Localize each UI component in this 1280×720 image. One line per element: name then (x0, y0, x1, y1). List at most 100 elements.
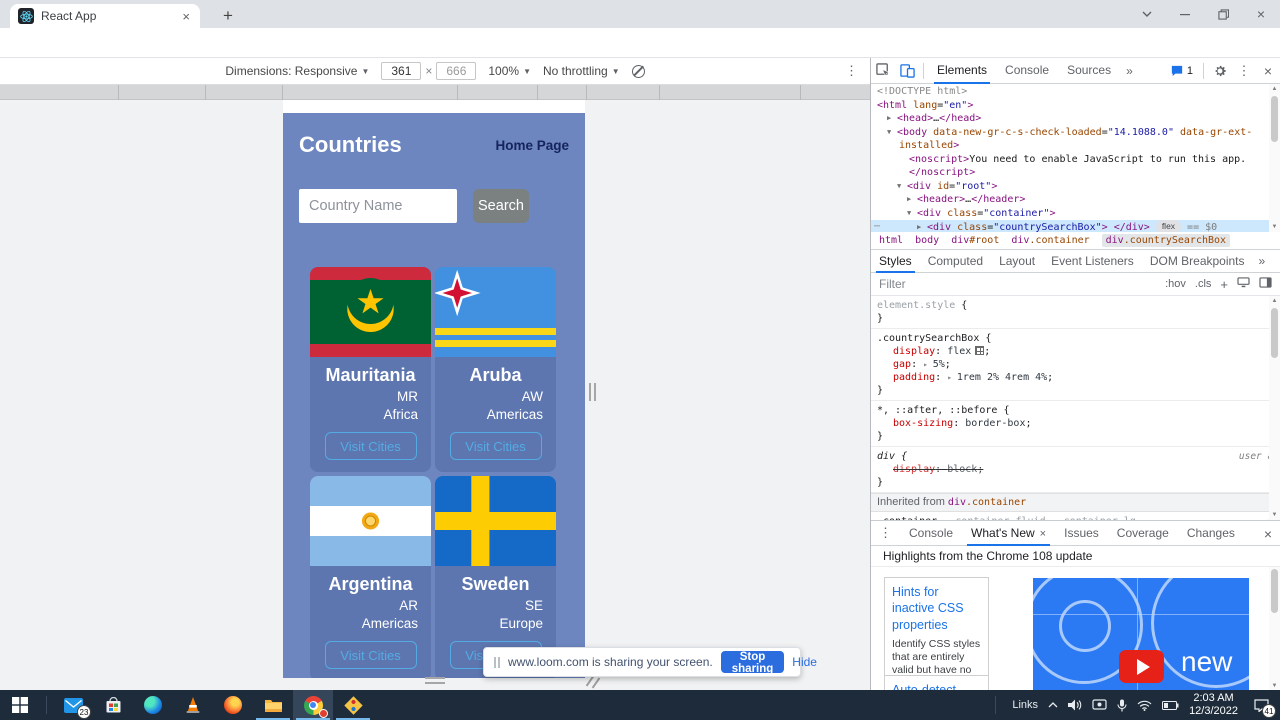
taskbar-merge-tool-icon[interactable] (333, 690, 373, 720)
stylesheet-source-link[interactable]: user agent stylesheet (1239, 450, 1269, 463)
volume-icon[interactable] (1068, 699, 1082, 711)
styles-tab-dom-breakpoints[interactable]: DOM Breakpoints (1142, 250, 1253, 273)
devtools-menu-kebab-icon[interactable]: ⋮ (1232, 59, 1256, 83)
dom-node[interactable]: ⋯ ▶ <div class="countrySearchBox"> </div> f… (871, 220, 1280, 232)
play-button[interactable] (1119, 650, 1164, 683)
breadcrumb-item[interactable]: div.countrySearchBox (1101, 234, 1231, 247)
viewport-resize-handle-corner[interactable] (584, 675, 601, 689)
new-tab-button[interactable]: + (216, 4, 240, 28)
taskbar-firefox-icon[interactable] (213, 690, 253, 720)
drawer-tab-changes[interactable]: Changes (1178, 521, 1244, 546)
tab-close-icon[interactable]: × (180, 9, 192, 24)
css-rule[interactable]: element.style {} (871, 296, 1269, 329)
breadcrumb-item[interactable]: html (879, 235, 903, 246)
expand-shorthand-icon[interactable]: ▸ (923, 360, 933, 369)
visit-cities-button[interactable]: Visit Cities (324, 641, 417, 669)
styles-tab-event-listeners[interactable]: Event Listeners (1043, 250, 1142, 273)
expand-arrow-icon[interactable]: ▶ (907, 193, 917, 207)
expand-arrow-icon[interactable]: ▼ (897, 180, 907, 194)
restore-icon[interactable] (1204, 8, 1242, 20)
close-window-icon[interactable]: × (1242, 6, 1280, 22)
viewport-resize-handle-bottom[interactable] (425, 677, 445, 685)
css-rule[interactable]: .container, .container-fluid, .container… (871, 512, 1269, 520)
breadcrumb-item[interactable]: div#root (951, 235, 999, 246)
dom-node[interactable]: ▼ <div id="root"> (871, 180, 1280, 194)
viewport-resize-handle-right[interactable] (589, 383, 597, 401)
inspect-element-icon[interactable] (871, 59, 895, 83)
new-style-rule-button[interactable]: + (1220, 277, 1228, 292)
breadcrumb-item[interactable]: body (915, 235, 939, 246)
links-toolbar-label[interactable]: Links (1012, 699, 1038, 711)
throttling-select[interactable]: No throttling ▼ (543, 64, 620, 78)
drawer-scrollbar[interactable]: ▼ (1269, 567, 1280, 691)
styles-scrollbar[interactable]: ▲ ▼ (1269, 296, 1280, 520)
issues-message-badge[interactable]: 1 (1165, 65, 1199, 77)
battery-icon[interactable] (1162, 700, 1179, 710)
show-hidden-icons-chevron[interactable] (1048, 702, 1058, 708)
dom-node[interactable]: ▼ <div class="container"> (871, 207, 1280, 221)
whats-new-card-title[interactable]: Hints for inactive CSS properties (892, 584, 981, 633)
dom-node[interactable]: <!DOCTYPE html> (871, 85, 1280, 99)
flex-badge[interactable]: flex (1155, 220, 1182, 232)
taskbar-store-icon[interactable] (93, 690, 133, 720)
taskbar-edge-icon[interactable] (133, 690, 173, 720)
more-tabs-icon[interactable]: » (1120, 64, 1139, 78)
dom-node[interactable]: <html lang="en"> (871, 99, 1280, 113)
styles-more-tabs-icon[interactable]: » (1253, 254, 1272, 268)
css-rule[interactable]: .countrySearchBox {index.css:41display: … (871, 329, 1269, 401)
styles-tab-layout[interactable]: Layout (991, 250, 1043, 273)
device-toolbar-menu-icon[interactable]: ⋮ (845, 63, 858, 79)
tab-search-icon[interactable] (1128, 11, 1166, 17)
taskbar-clock[interactable]: 2:03 AM 12/3/2022 (1189, 692, 1238, 718)
drawer-menu-kebab-icon[interactable]: ⋮ (871, 525, 900, 541)
whats-new-video-thumbnail[interactable]: new (1033, 578, 1249, 691)
dom-node[interactable]: ▼ <body data-new-gr-c-s-check-loaded="14.… (871, 126, 1280, 140)
flex-editor-icon[interactable] (975, 346, 985, 355)
viewport-height-input[interactable] (436, 62, 477, 80)
dom-node[interactable]: ▶ <head>…</head> (871, 112, 1280, 126)
taskbar-file-explorer-icon[interactable] (253, 690, 293, 720)
visit-cities-button[interactable]: Visit Cities (324, 432, 417, 460)
home-page-link[interactable]: Home Page (495, 138, 569, 153)
styles-tab-styles[interactable]: Styles (871, 250, 920, 273)
visit-cities-button[interactable]: Visit Cities (449, 432, 542, 460)
overflow-dots-icon[interactable]: ⋯ (874, 220, 880, 232)
dom-node[interactable]: ▶ <header>…</header> (871, 193, 1280, 207)
minimize-icon[interactable] (1166, 9, 1204, 19)
dom-node[interactable]: <noscript>You need to enable JavaScript … (871, 153, 1280, 167)
expand-arrow-icon[interactable]: ▶ (917, 221, 927, 232)
device-toolbar-toggle-icon[interactable] (895, 59, 919, 83)
taskbar-vlc-icon[interactable] (173, 690, 213, 720)
whats-new-card[interactable]: Hints for inactive CSS properties Identif… (884, 577, 989, 691)
drawer-tab-coverage[interactable]: Coverage (1108, 521, 1178, 546)
css-rule[interactable]: *, ::after, ::before {_reboot.scss:19box… (871, 401, 1269, 447)
viewport-width-input[interactable] (381, 62, 422, 80)
hide-link[interactable]: Hide (792, 655, 817, 669)
taskbar-chrome-icon[interactable] (293, 690, 333, 720)
drawer-tab-what-s-new[interactable]: What's New × (962, 521, 1055, 546)
devtools-tab-sources[interactable]: Sources (1058, 58, 1120, 84)
drawer-close-icon[interactable]: × (1264, 526, 1272, 542)
expand-arrow-icon[interactable]: ▼ (887, 126, 897, 140)
stop-sharing-button[interactable]: Stop sharing (720, 651, 785, 675)
expand-shorthand-icon[interactable]: ▸ (947, 373, 957, 382)
styles-filter-input[interactable] (879, 277, 1059, 291)
wifi-icon[interactable] (1137, 700, 1152, 711)
computed-sidebar-icon[interactable] (1259, 277, 1272, 291)
devtools-close-icon[interactable]: × (1256, 59, 1280, 83)
action-center-icon[interactable]: 41 (1248, 692, 1276, 718)
devtools-tab-console[interactable]: Console (996, 58, 1058, 84)
elements-scrollbar[interactable]: ▲ ▼ (1269, 84, 1280, 232)
expand-arrow-icon[interactable]: ▶ (887, 112, 897, 126)
devtools-tab-elements[interactable]: Elements (928, 58, 996, 84)
whats-new-card[interactable]: Auto-detect (884, 675, 989, 691)
css-rule[interactable]: div {user agent stylesheetdisplay: block… (871, 447, 1269, 493)
cast-display-icon[interactable] (1092, 699, 1107, 711)
drawer-tab-close-icon[interactable]: × (1040, 528, 1046, 540)
drawer-tab-issues[interactable]: Issues (1055, 521, 1108, 546)
dom-node[interactable]: installed> (871, 139, 1280, 153)
expand-arrow-icon[interactable]: ▼ (907, 207, 917, 221)
microphone-icon[interactable] (1117, 699, 1127, 712)
rendering-emulation-icon[interactable] (1237, 277, 1250, 291)
browser-tab[interactable]: React App × (10, 4, 200, 28)
